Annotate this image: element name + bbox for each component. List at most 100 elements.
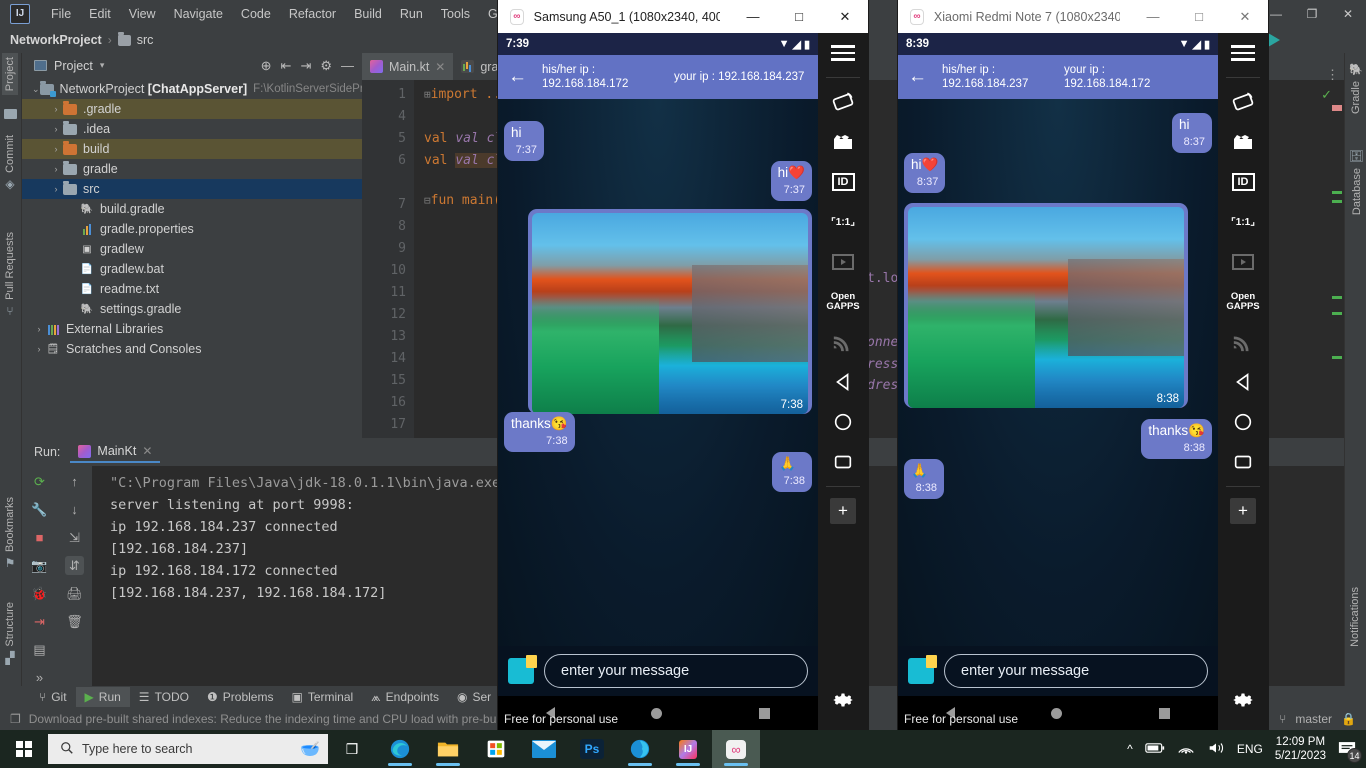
open-gapps-icon[interactable]: OpenGAPPS — [823, 282, 863, 322]
chat-message-list[interactable]: hi 8:37 hi❤️ 8:37 8:38 thanks😘 8:38 🙏 — [898, 99, 1218, 646]
rerun-icon[interactable]: ⟳ — [30, 472, 49, 491]
emulator-close-button[interactable]: ✕ — [822, 0, 868, 33]
nav-recents-icon[interactable] — [823, 442, 863, 482]
bottom-tab-todo[interactable]: ☰ TODO — [130, 687, 198, 707]
menu-item-view[interactable]: View — [120, 4, 165, 24]
phone-screen[interactable]: 7:39 ▼ ◢ ▮ ← his/her ip : 192.168.184.17… — [498, 33, 818, 730]
bottom-tab-terminal[interactable]: ▣ Terminal — [282, 687, 362, 707]
sidebar-item-commit[interactable]: Commit ◈ — [2, 131, 18, 195]
nav-recents-icon[interactable] — [1223, 442, 1263, 482]
clear-all-icon[interactable]: 🗑 — [65, 612, 84, 631]
locate-icon[interactable]: ⊕ — [261, 58, 272, 74]
tree-row[interactable]: ›🗒Scratches and Consoles — [22, 339, 362, 359]
sidebar-item-gradle[interactable]: 🐘 Gradle — [1347, 59, 1365, 118]
settings-wrench-icon[interactable]: 🔧 — [30, 500, 49, 519]
emulator-title-bar[interactable]: ∞ Samsung A50_1 (1080x2340, 400dpi) ... … — [498, 0, 868, 33]
scroll-up-icon[interactable]: ↑ — [65, 472, 84, 491]
soft-wrap-icon[interactable]: ⇲ — [65, 528, 84, 547]
emulator-close-button[interactable]: ✕ — [1222, 0, 1268, 33]
phone-screen[interactable]: 8:39 ▼ ◢ ▮ ← his/her ip : 192.168.184.23… — [898, 33, 1218, 730]
menu-item-navigate[interactable]: Navigate — [165, 4, 232, 24]
attach-file-icon[interactable] — [508, 658, 534, 684]
add-icon[interactable]: + — [823, 491, 863, 531]
menu-item-tools[interactable]: Tools — [432, 4, 479, 24]
tree-row[interactable]: ›build — [22, 139, 362, 159]
sidebar-item-notifications[interactable]: Notifications — [1347, 583, 1363, 651]
tree-row[interactable]: ⌄NetworkProject [ChatAppServer]F:\Kotlin… — [22, 79, 362, 99]
ide-maximize-button[interactable]: ❐ — [1294, 0, 1330, 27]
start-button[interactable] — [0, 730, 48, 768]
menu-item-edit[interactable]: Edit — [80, 4, 120, 24]
hide-panel-icon[interactable]: — — [341, 58, 354, 73]
tree-row[interactable]: ›External Libraries — [22, 319, 362, 339]
menu-icon[interactable] — [823, 33, 863, 73]
chat-bubble[interactable]: hi 7:37 — [504, 121, 544, 161]
cast-icon[interactable] — [1223, 322, 1263, 362]
taskbar-icon-file-explorer[interactable] — [424, 730, 472, 768]
expand-arrow-icon[interactable]: › — [49, 144, 63, 154]
show-hidden-icons-icon[interactable]: ^ — [1127, 742, 1133, 756]
menu-item-file[interactable]: File — [42, 4, 80, 24]
lock-icon[interactable]: 🔒 — [1341, 712, 1356, 726]
import-icon[interactable]: ⇥ — [30, 612, 49, 631]
print-icon[interactable]: 🖨 — [65, 584, 84, 603]
tree-row[interactable]: ›src — [22, 179, 362, 199]
bottom-tab-problems[interactable]: ❶ Problems — [198, 687, 282, 707]
nav-back-icon[interactable] — [1223, 362, 1263, 402]
breadcrumb-path[interactable]: src — [137, 33, 154, 47]
taskbar-icon-mail[interactable] — [520, 730, 568, 768]
back-arrow-icon[interactable]: ← — [908, 66, 942, 88]
menu-item-refactor[interactable]: Refactor — [280, 4, 345, 24]
chat-bubble[interactable]: hi❤️ 8:37 — [904, 153, 945, 193]
emulator-window-xiaomi[interactable]: ∞ Xiaomi Redmi Note 7 (1080x2340, 42... … — [898, 0, 1268, 730]
gear-icon[interactable] — [1223, 680, 1263, 720]
expand-arrow-icon[interactable]: › — [49, 164, 63, 174]
run-configuration-tab[interactable]: MainKt ✕ — [70, 441, 160, 463]
run-play-icon[interactable] — [1268, 33, 1280, 47]
clock[interactable]: 12:09 PM 5/21/2023 — [1275, 735, 1326, 763]
menu-item-code[interactable]: Code — [232, 4, 280, 24]
screenshot-icon[interactable]: 📷 — [30, 556, 49, 575]
collapse-all-icon[interactable]: ⇥ — [300, 58, 311, 74]
rotate-icon[interactable] — [823, 82, 863, 122]
tree-row[interactable]: ›.idea — [22, 119, 362, 139]
menu-item-build[interactable]: Build — [345, 4, 391, 24]
task-view-icon[interactable]: ❒ — [328, 730, 376, 768]
gear-icon[interactable] — [823, 680, 863, 720]
nav-recents-icon[interactable] — [759, 708, 770, 719]
notifications-icon[interactable]: 14 — [1338, 740, 1356, 758]
battery-icon[interactable] — [1145, 742, 1165, 757]
taskbar-icon-photoshop[interactable]: Ps — [568, 730, 616, 768]
nav-home-icon[interactable] — [651, 708, 662, 719]
sidebar-item-structure[interactable]: Structure ▞ — [2, 598, 18, 669]
wifi-icon[interactable] — [1177, 741, 1195, 758]
expand-arrow-icon[interactable]: › — [32, 324, 46, 334]
tree-row[interactable]: 📄gradlew.bat — [22, 259, 362, 279]
chat-bubble[interactable]: 🙏 7:38 — [772, 452, 812, 492]
cast-icon[interactable] — [823, 322, 863, 362]
volume-icon[interactable] — [1207, 741, 1225, 758]
close-icon[interactable]: ✕ — [435, 60, 445, 74]
emulator-window-samsung[interactable]: ∞ Samsung A50_1 (1080x2340, 400dpi) ... … — [498, 0, 868, 730]
message-input[interactable]: enter your message — [544, 654, 808, 688]
close-icon[interactable]: ✕ — [142, 444, 152, 458]
id-icon[interactable]: ID — [1223, 162, 1263, 202]
language-indicator[interactable]: ENG — [1237, 742, 1263, 756]
debug-icon[interactable]: 🐞 — [30, 584, 49, 603]
add-icon[interactable]: + — [1223, 491, 1263, 531]
nav-home-icon[interactable] — [1223, 402, 1263, 442]
scroll-to-end-icon[interactable]: ⇵ — [65, 556, 84, 575]
tree-row[interactable]: 🐘build.gradle — [22, 199, 362, 219]
tree-row[interactable]: gradle.properties — [22, 219, 362, 239]
nav-home-icon[interactable] — [823, 402, 863, 442]
chat-bubble[interactable]: thanks😘 7:38 — [504, 412, 575, 452]
status-message[interactable]: Download pre-built shared indexes: Reduc… — [29, 712, 502, 726]
ide-close-button[interactable]: ✕ — [1330, 0, 1366, 27]
expand-arrow-icon[interactable]: › — [49, 184, 63, 194]
search-input[interactable]: Type here to search 🥣 — [48, 734, 328, 764]
sidebar-item-project[interactable]: Project — [2, 53, 18, 95]
sidebar-item-pull-requests[interactable]: Pull Requests ⑂ — [2, 228, 18, 322]
gear-icon[interactable]: ⚙ — [320, 58, 332, 74]
camera-icon[interactable] — [823, 122, 863, 162]
expand-arrow-icon[interactable]: › — [49, 124, 63, 134]
